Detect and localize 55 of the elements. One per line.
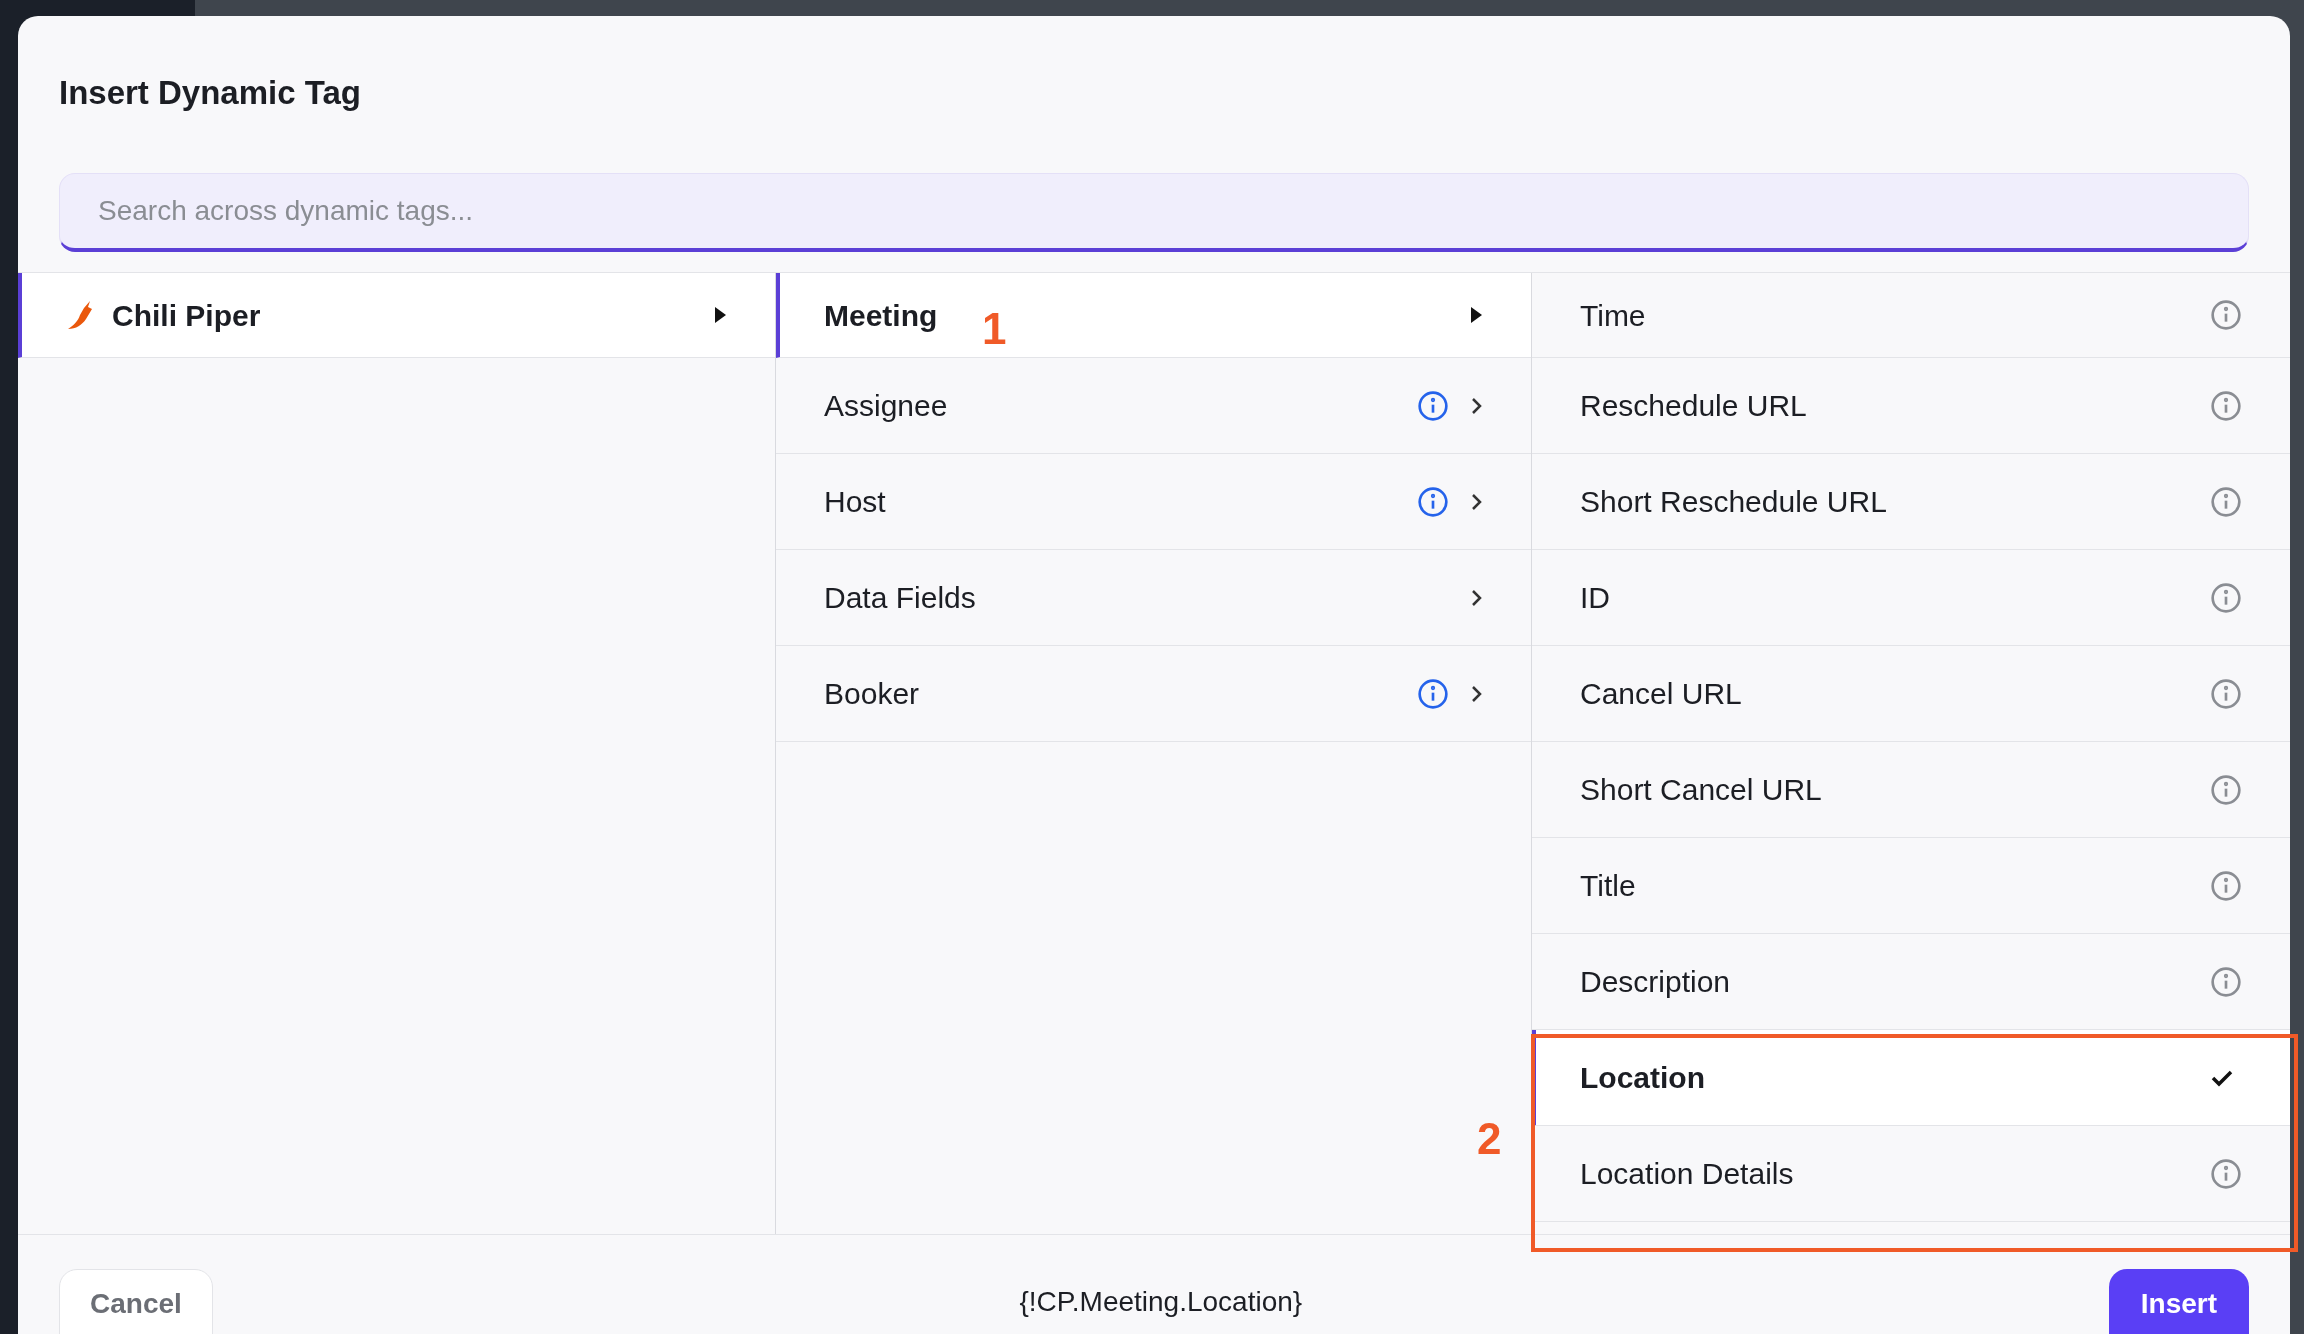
dialog-title: Insert Dynamic Tag: [59, 73, 362, 113]
tag-list-item[interactable]: Time: [1532, 273, 2290, 358]
tag-list-item[interactable]: Assignee: [776, 358, 1531, 454]
triangle-right-icon: [1469, 306, 1483, 324]
tag-list-item[interactable]: Booker: [776, 646, 1531, 742]
tag-preview-text: {!CP.Meeting.Location}: [1019, 1285, 1303, 1319]
info-icon[interactable]: [2210, 773, 2242, 806]
chevron-right-icon: [1469, 395, 1483, 416]
tag-label: Title: [1580, 868, 1636, 904]
tag-label: Description: [1580, 964, 1731, 1000]
insert-button[interactable]: Insert: [2108, 1269, 2249, 1334]
tag-list-item[interactable]: Short Cancel URL: [1532, 742, 2290, 838]
triangle-right-icon: [713, 306, 727, 324]
tag-list-item[interactable]: Chili Piper: [18, 273, 775, 358]
info-icon[interactable]: [2210, 1157, 2242, 1190]
info-icon[interactable]: [1417, 389, 1449, 422]
info-icon[interactable]: [2210, 485, 2242, 518]
cancel-button[interactable]: Cancel: [59, 1269, 213, 1334]
info-icon[interactable]: [2210, 869, 2242, 902]
tag-label: ID: [1580, 580, 1610, 616]
annotation-number: 1: [982, 303, 1007, 355]
tag-list-item[interactable]: Location: [1532, 1030, 2290, 1126]
info-icon[interactable]: [2210, 581, 2242, 614]
chevron-right-icon: [1469, 683, 1483, 704]
tag-list-item[interactable]: ID: [1532, 550, 2290, 646]
tag-list-item[interactable]: Reschedule URL: [1532, 358, 2290, 454]
tag-list-item[interactable]: Short Reschedule URL: [1532, 454, 2290, 550]
tag-label: Short Reschedule URL: [1580, 484, 1887, 520]
info-icon[interactable]: [1417, 485, 1449, 518]
tag-label: Location: [1580, 1060, 1705, 1096]
tag-label: Short Cancel URL: [1580, 772, 1822, 808]
tag-label: Booker: [824, 676, 920, 712]
tag-label: Time: [1580, 297, 1646, 334]
info-icon[interactable]: [2210, 389, 2242, 422]
tag-label: Assignee: [824, 388, 948, 424]
tag-label: Reschedule URL: [1580, 388, 1807, 424]
info-icon[interactable]: [2210, 965, 2242, 998]
tag-label: Data Fields: [824, 580, 976, 616]
info-icon[interactable]: [2210, 677, 2242, 710]
tag-list-item[interactable]: Title: [1532, 838, 2290, 934]
tag-label: Cancel URL: [1580, 676, 1742, 712]
tag-list-item[interactable]: Location Details: [1532, 1126, 2290, 1222]
search-field[interactable]: Search across dynamic tags...: [59, 173, 2249, 252]
tag-label: Meeting: [824, 297, 938, 334]
chevron-right-icon: [1469, 491, 1483, 512]
tag-list-item[interactable]: Data Fields: [776, 550, 1531, 646]
annotation-number: 2: [1477, 1113, 1502, 1165]
tag-label: Location Details: [1580, 1156, 1794, 1192]
info-icon[interactable]: [1417, 677, 1449, 710]
chevron-right-icon: [1469, 587, 1483, 608]
tag-label: Host: [824, 484, 886, 520]
info-icon[interactable]: [2210, 299, 2242, 331]
tag-label: Chili Piper: [112, 297, 261, 334]
tag-list-item[interactable]: Cancel URL: [1532, 646, 2290, 742]
tag-list-item[interactable]: Host: [776, 454, 1531, 550]
